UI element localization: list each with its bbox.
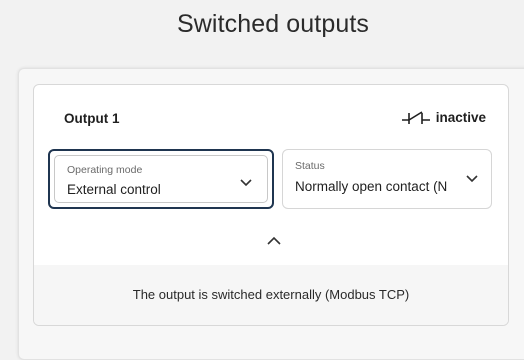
operating-mode-select[interactable]: Operating mode External control [48, 149, 274, 209]
output-footer: The output is switched externally (Modbu… [34, 265, 508, 325]
footer-text: The output is switched externally (Modbu… [132, 287, 410, 302]
operating-mode-label: Operating mode [67, 164, 143, 176]
status-label: Status [295, 160, 325, 172]
chevron-down-icon [240, 179, 252, 187]
output-card: Output 1 inactive Operating mode Externa… [33, 84, 509, 326]
operating-mode-value: External control [67, 182, 161, 197]
status-select[interactable]: Status Normally open contact (N [282, 149, 492, 209]
output-title: Output 1 [64, 111, 120, 126]
chevron-up-icon[interactable] [266, 235, 282, 247]
switch-contact-icon [401, 109, 430, 125]
page-title: Switched outputs [177, 10, 369, 38]
chevron-down-icon [466, 175, 478, 183]
state-label: inactive [435, 109, 486, 125]
output-state: inactive [401, 109, 486, 125]
status-value: Normally open contact (N [295, 179, 448, 194]
